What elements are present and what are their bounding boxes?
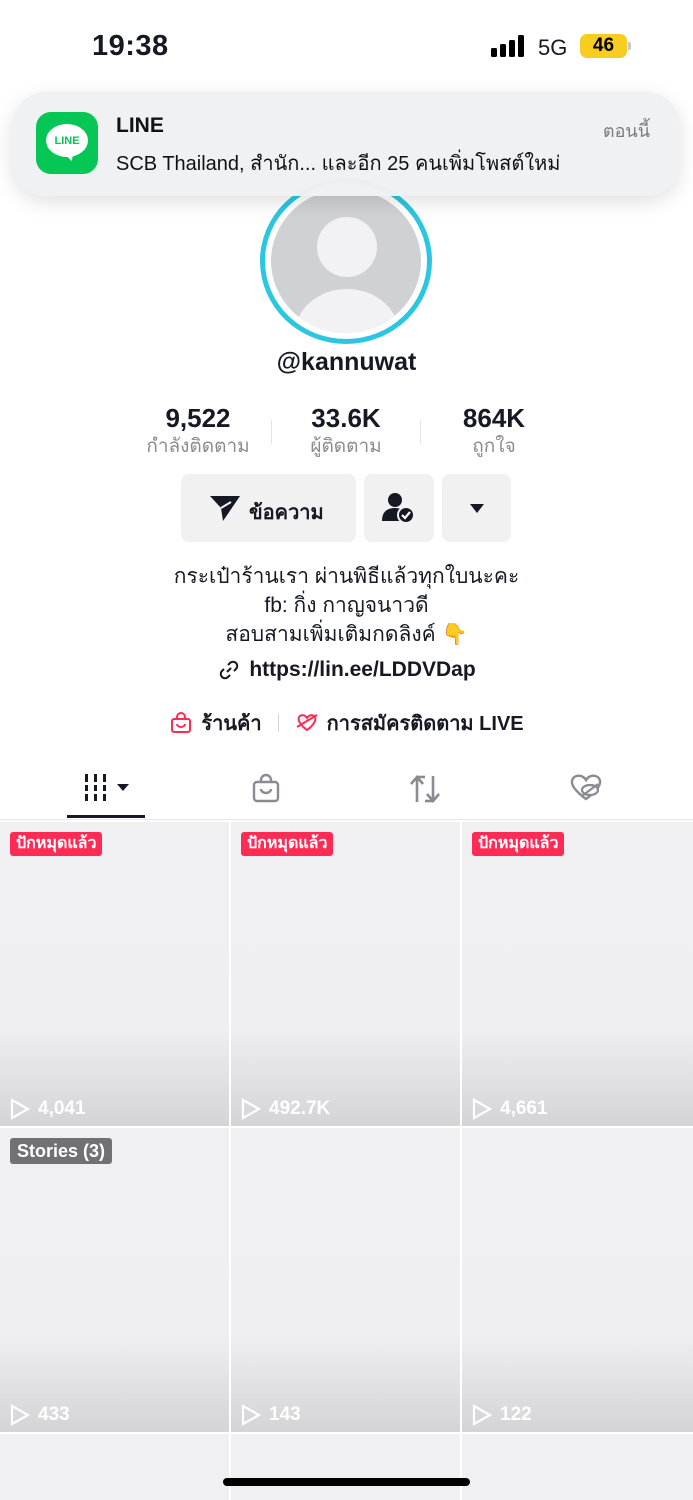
view-count-text: 143 <box>269 1404 301 1425</box>
play-icon <box>10 1098 30 1120</box>
friend-check-icon <box>382 493 415 524</box>
clock: 19:38 <box>92 30 169 62</box>
avatar-placeholder-icon <box>271 189 421 333</box>
bio-line: สอบสามเพิ่มเติมกดลิงค์ 👇 <box>225 623 468 646</box>
more-options-button[interactable] <box>442 474 511 542</box>
view-count-text: 492.7K <box>269 1098 331 1119</box>
chevron-down-icon <box>470 504 484 513</box>
grid-icon <box>85 774 129 801</box>
likes-count: 864K <box>462 403 526 433</box>
followers-stat[interactable]: 33.6K ผู้ติดตาม <box>266 402 426 460</box>
view-count: 492.7K <box>241 1098 330 1120</box>
shop-link[interactable]: ร้านค้า <box>201 707 261 739</box>
status-bar: 19:38 5G 46 <box>0 0 693 90</box>
view-count-text: 433 <box>38 1404 70 1425</box>
video-thumbnail[interactable] <box>0 1434 229 1500</box>
message-button-label: ข้อความ <box>249 502 324 524</box>
notification-body: SCB Thailand, สำนัก... และอีก 25 คนเพิ่ม… <box>116 153 561 175</box>
battery-tip <box>628 42 631 50</box>
play-icon <box>10 1404 30 1426</box>
video-thumbnail[interactable]: 143 <box>231 1128 460 1432</box>
link-icon <box>220 660 239 680</box>
live-subscription-icon <box>296 714 318 732</box>
bio-link-text: https://lin.ee/LDDVDap <box>249 658 476 681</box>
pinned-badge: ปักหมุดแล้ว <box>472 832 565 856</box>
tab-videos[interactable] <box>20 760 193 818</box>
likes-stat[interactable]: 864K ถูกใจ <box>414 402 574 460</box>
active-tab-indicator <box>67 815 145 818</box>
stories-badge: Stories (3) <box>10 1138 113 1164</box>
line-app-icon: LINE <box>36 112 98 174</box>
friend-status-button[interactable] <box>364 474 434 542</box>
home-indicator[interactable] <box>223 1478 470 1486</box>
view-count: 4,041 <box>10 1098 86 1120</box>
divider <box>277 714 279 732</box>
pinned-badge: ปักหมุดแล้ว <box>241 832 334 856</box>
shop-bag-icon <box>171 712 192 733</box>
live-subscription-link[interactable]: การสมัครติดตาม LIVE <box>327 707 524 739</box>
video-thumbnail[interactable]: ปักหมุดแล้ว 492.7K <box>231 822 460 1126</box>
message-button[interactable]: ข้อความ <box>181 474 356 542</box>
following-label: กำลังติดตาม <box>146 436 250 457</box>
hidden-heart-icon <box>570 774 602 801</box>
bio-line: กระเป๋าร้านเรา ผ่านพิธีแล้วทุกใบนะคะ <box>173 565 520 588</box>
repost-icon <box>410 775 440 803</box>
view-count-text: 122 <box>500 1404 532 1425</box>
video-thumbnail[interactable]: Stories (3) 433 <box>0 1128 229 1432</box>
avatar[interactable] <box>260 178 432 344</box>
notification-time: ตอนนี้ <box>602 121 650 141</box>
view-count-text: 4,661 <box>500 1098 548 1119</box>
signal-icon <box>491 35 527 57</box>
video-thumbnail[interactable] <box>462 1434 693 1500</box>
video-thumbnail[interactable]: ปักหมุดแล้ว 4,661 <box>462 822 693 1126</box>
profile-tabs <box>0 760 693 820</box>
notification-banner[interactable]: LINE LINE ตอนนี้ SCB Thailand, สำนัก... … <box>12 92 680 196</box>
send-icon <box>210 496 240 521</box>
tab-liked[interactable] <box>500 760 673 818</box>
bio-line: fb: กิ่ง กาญจนาวดี <box>264 594 429 617</box>
following-count: 9,522 <box>165 403 231 433</box>
play-icon <box>472 1098 492 1120</box>
video-thumbnail[interactable]: ปักหมุดแล้ว 4,041 <box>0 822 229 1126</box>
likes-label: ถูกใจ <box>472 436 516 457</box>
line-icon-text: LINE <box>54 135 80 147</box>
view-count: 433 <box>10 1404 70 1426</box>
bio-link[interactable]: https://lin.ee/LDDVDap <box>0 658 693 688</box>
play-icon <box>472 1404 492 1426</box>
following-stat[interactable]: 9,522 กำลังติดตาม <box>118 402 278 460</box>
tab-reposts[interactable] <box>340 760 513 818</box>
tab-shop[interactable] <box>180 760 353 818</box>
network-type: 5G <box>538 35 568 60</box>
battery-icon: 46 <box>580 34 627 58</box>
view-count: 122 <box>472 1404 532 1426</box>
followers-label: ผู้ติดตาม <box>310 436 382 457</box>
notification-app-name: LINE <box>116 114 164 137</box>
play-icon <box>241 1404 261 1426</box>
followers-count: 33.6K <box>311 403 381 433</box>
video-thumbnail[interactable]: 122 <box>462 1128 693 1432</box>
view-count: 143 <box>241 1404 301 1426</box>
video-thumbnail[interactable] <box>231 1434 460 1500</box>
play-icon <box>241 1098 261 1120</box>
username: @kannuwat <box>276 348 417 376</box>
view-count-text: 4,041 <box>38 1098 86 1119</box>
view-count: 4,661 <box>472 1098 548 1120</box>
shop-bag-icon <box>252 773 280 803</box>
pinned-badge: ปักหมุดแล้ว <box>10 832 103 856</box>
shop-live-row: ร้านค้า การสมัครติดตาม LIVE <box>0 707 693 741</box>
